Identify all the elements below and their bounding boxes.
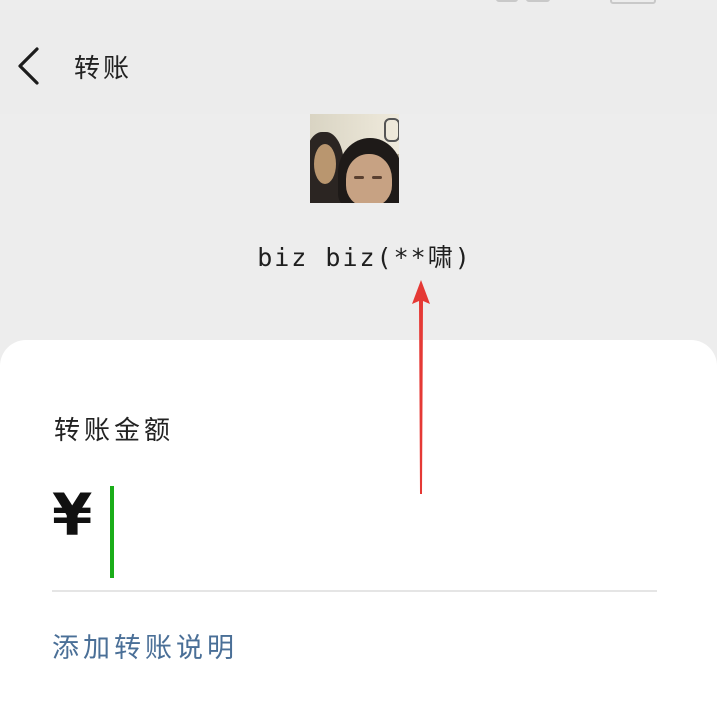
back-button[interactable] [6, 44, 50, 88]
add-transfer-note-link[interactable]: 添加转账说明 [52, 626, 238, 665]
recipient-name: biz biz(**啸) [257, 243, 472, 272]
wifi-icon [526, 0, 550, 2]
amount-input[interactable] [110, 486, 650, 578]
amount-label: 转账金额 [54, 416, 175, 446]
navigation-bar: 转账 [0, 10, 717, 114]
currency-symbol: ¥ [52, 481, 93, 549]
page-title: 转账 [74, 54, 133, 84]
divider [52, 590, 657, 592]
recipient-info: biz biz(**啸) [0, 114, 717, 344]
status-bar [0, 0, 717, 6]
text-cursor [110, 486, 114, 578]
avatar[interactable] [310, 114, 399, 203]
transfer-card: 转账金额 ¥ 添加转账说明 [0, 340, 717, 716]
signal-icon [496, 0, 518, 2]
battery-icon [610, 0, 656, 4]
chevron-left-icon [18, 47, 39, 85]
transfer-screen: 转账 biz biz(**啸) 转账金额 ¥ 添加转账说明 [0, 0, 717, 716]
